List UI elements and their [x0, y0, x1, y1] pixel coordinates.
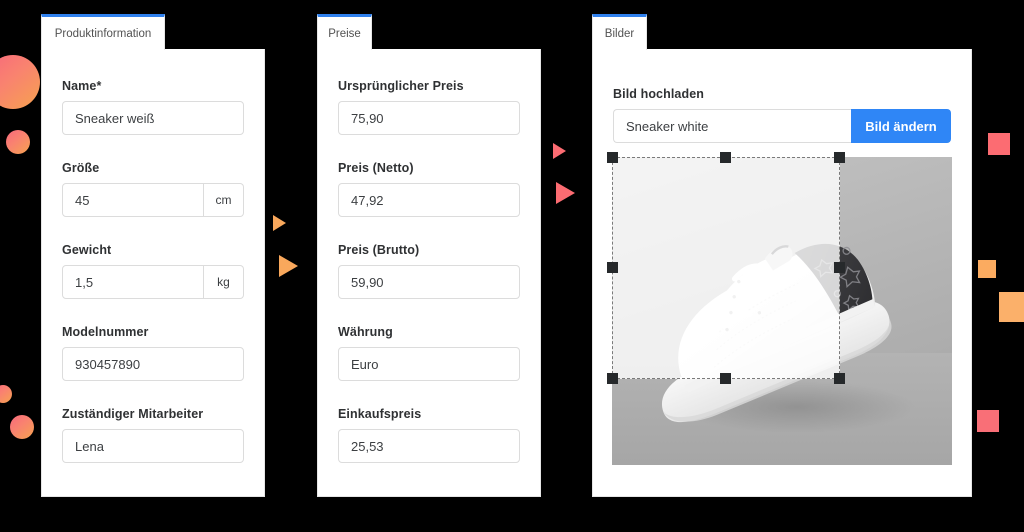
field-preis-brutto-row: 59,90	[338, 265, 520, 299]
crop-handle-top-right[interactable]	[834, 152, 845, 163]
field-modelnummer-label: Modelnummer	[62, 325, 149, 339]
upload-row: Sneaker white Bild ändern	[613, 109, 951, 143]
field-preis-netto-row: 47,92	[338, 183, 520, 217]
mitarbeiter-input[interactable]: Lena	[62, 429, 244, 463]
modelnummer-input[interactable]: 930457890	[62, 347, 244, 381]
field-name-label: Name*	[62, 79, 102, 93]
field-bild-hochladen-label: Bild hochladen	[613, 87, 704, 101]
einkaufspreis-input[interactable]: 25,53	[338, 429, 520, 463]
urspruenglicher-preis-input[interactable]: 75,90	[338, 101, 520, 135]
field-waehrung-row: Euro	[338, 347, 520, 381]
card-preise: Ursprünglicher Preis 75,90 Preis (Netto)…	[317, 49, 541, 497]
change-image-button[interactable]: Bild ändern	[851, 109, 951, 143]
arrow-right-large-pink-icon	[556, 182, 575, 204]
crop-handle-middle-right[interactable]	[834, 262, 845, 273]
crop-handle-middle-left[interactable]	[607, 262, 618, 273]
waehrung-input[interactable]: Euro	[338, 347, 520, 381]
preis-netto-input[interactable]: 47,92	[338, 183, 520, 217]
field-name: Name* Sneaker weiß	[62, 79, 244, 135]
tab-bilder[interactable]: Bilder	[592, 14, 647, 50]
card-produktinformation-body: Name* Sneaker weiß Größe 45 cm Gewicht 1…	[42, 49, 264, 463]
field-waehrung: Währung Euro	[338, 325, 520, 381]
field-gewicht-row: 1,5 kg	[62, 265, 244, 299]
field-groesse-row: 45 cm	[62, 183, 244, 217]
tab-produktinformation[interactable]: Produktinformation	[41, 14, 165, 50]
field-name-row: Sneaker weiß	[62, 101, 244, 135]
tab-preise-label: Preise	[328, 27, 361, 40]
card-produktinformation: Name* Sneaker weiß Größe 45 cm Gewicht 1…	[41, 49, 265, 497]
tab-preise[interactable]: Preise	[317, 14, 372, 50]
deco-circle-small-bottom-b	[10, 415, 34, 439]
field-urspruenglicher-preis-label: Ursprünglicher Preis	[338, 79, 464, 93]
card-preise-body: Ursprünglicher Preis 75,90 Preis (Netto)…	[318, 49, 540, 463]
deco-circle-large-top	[0, 55, 40, 109]
upload-filename-input[interactable]: Sneaker white	[613, 109, 851, 143]
field-einkaufspreis-label: Einkaufspreis	[338, 407, 422, 421]
field-mitarbeiter-row: Lena	[62, 429, 244, 463]
crop-handle-bottom-right[interactable]	[834, 373, 845, 384]
deco-circle-small-bottom-a	[0, 385, 12, 403]
crop-handle-top-center[interactable]	[720, 152, 731, 163]
field-urspruenglicher-preis-row: 75,90	[338, 101, 520, 135]
field-mitarbeiter: Zuständiger Mitarbeiter Lena	[62, 407, 244, 463]
gewicht-unit: kg	[204, 265, 244, 299]
crop-handle-top-left[interactable]	[607, 152, 618, 163]
field-urspruenglicher-preis: Ursprünglicher Preis 75,90	[338, 79, 520, 135]
field-mitarbeiter-label: Zuständiger Mitarbeiter	[62, 407, 204, 421]
field-preis-brutto: Preis (Brutto) 59,90	[338, 243, 520, 299]
groesse-input[interactable]: 45	[62, 183, 204, 217]
field-modelnummer-row: 930457890	[62, 347, 244, 381]
groesse-unit: cm	[204, 183, 244, 217]
deco-square-pink-bottom	[977, 410, 999, 432]
deco-circle-small-top	[6, 130, 30, 154]
card-bilder-body: Bild hochladen Sneaker white Bild ändern	[593, 49, 971, 143]
deco-square-orange-large	[999, 292, 1024, 322]
field-gewicht: Gewicht 1,5 kg	[62, 243, 244, 299]
field-einkaufspreis: Einkaufspreis 25,53	[338, 407, 520, 463]
field-waehrung-label: Währung	[338, 325, 393, 339]
field-bild-hochladen: Bild hochladen Sneaker white Bild ändern	[613, 87, 951, 143]
tab-bilder-label: Bilder	[604, 27, 635, 40]
crop-handle-bottom-left[interactable]	[607, 373, 618, 384]
field-preis-netto: Preis (Netto) 47,92	[338, 161, 520, 217]
gewicht-input[interactable]: 1,5	[62, 265, 204, 299]
field-modelnummer: Modelnummer 930457890	[62, 325, 244, 381]
arrow-right-small-orange-icon	[273, 215, 286, 231]
field-gewicht-label: Gewicht	[62, 243, 112, 257]
field-einkaufspreis-row: 25,53	[338, 429, 520, 463]
crop-handle-bottom-center[interactable]	[720, 373, 731, 384]
deco-square-orange-small	[978, 260, 996, 278]
page-root: Produktinformation Name* Sneaker weiß Gr…	[0, 0, 1024, 532]
arrow-right-small-pink-icon	[553, 143, 566, 159]
field-preis-brutto-label: Preis (Brutto)	[338, 243, 420, 257]
field-groesse: Größe 45 cm	[62, 161, 244, 217]
tab-produktinformation-label: Produktinformation	[54, 27, 152, 40]
field-preis-netto-label: Preis (Netto)	[338, 161, 414, 175]
name-input[interactable]: Sneaker weiß	[62, 101, 244, 135]
field-groesse-label: Größe	[62, 161, 100, 175]
preis-brutto-input[interactable]: 59,90	[338, 265, 520, 299]
deco-square-pink-top	[988, 133, 1010, 155]
arrow-right-large-orange-icon	[279, 255, 298, 277]
crop-selection-box[interactable]	[612, 157, 840, 379]
